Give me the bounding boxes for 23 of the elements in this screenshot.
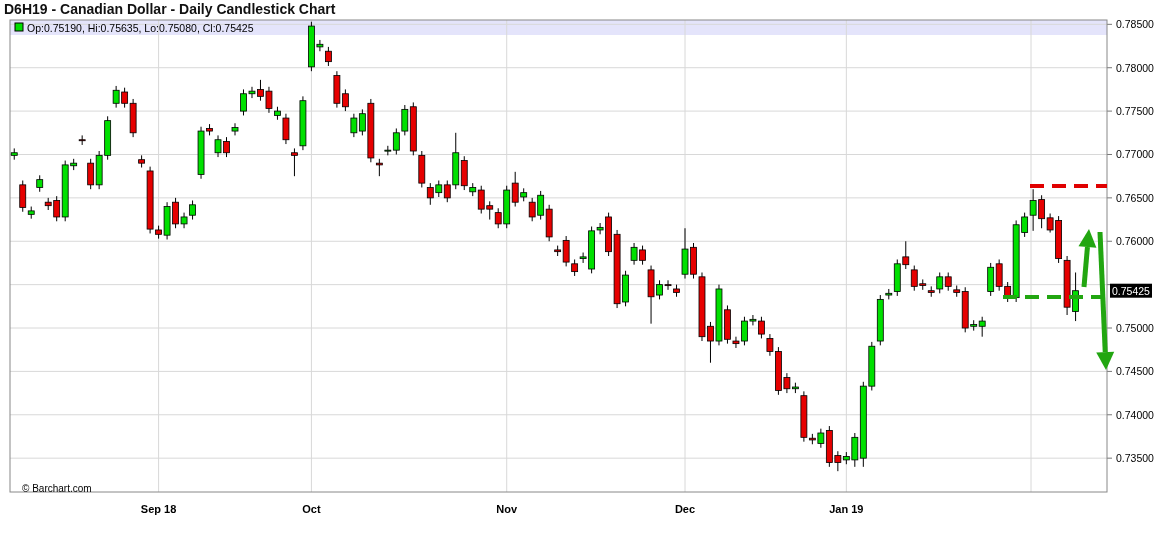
candlestick bbox=[78, 134, 86, 146]
axis-label: 0.76500 bbox=[1116, 191, 1154, 204]
copyright-text: © Barchart.com bbox=[22, 483, 92, 494]
axis-label: Dec bbox=[674, 503, 696, 515]
axis-label: 0.76000 bbox=[1116, 235, 1154, 248]
axis-label: Jan 19 bbox=[829, 503, 864, 515]
axis-label: 0.77500 bbox=[1116, 105, 1154, 118]
axis-label: 0.75000 bbox=[1116, 322, 1154, 334]
axis-label: 0.77000 bbox=[1116, 148, 1154, 161]
axis-label: Oct bbox=[302, 503, 321, 515]
chart-title: D6H19 - Canadian Dollar - Daily Candlestick Chart bbox=[3, 0, 337, 18]
ohlc-readout: Op:0.75190, Hi:0.75635, Lo:0.75080, Cl:0.75425 bbox=[27, 21, 254, 34]
legend-swatch bbox=[14, 22, 24, 32]
axis-label: 0.74000 bbox=[1116, 408, 1154, 421]
axis-label: 0.73500 bbox=[1116, 452, 1154, 465]
axis-label: 0.74500 bbox=[1116, 365, 1154, 378]
axis-label: 0.78000 bbox=[1116, 61, 1154, 74]
price-tag: 0.75425 bbox=[1110, 283, 1152, 298]
candlestick bbox=[10, 147, 18, 161]
axis-label: 0.78500 bbox=[1116, 18, 1154, 31]
candlestick bbox=[36, 174, 44, 193]
axis-label: Sep 18 bbox=[140, 503, 177, 515]
axis-label: Nov bbox=[496, 503, 518, 515]
